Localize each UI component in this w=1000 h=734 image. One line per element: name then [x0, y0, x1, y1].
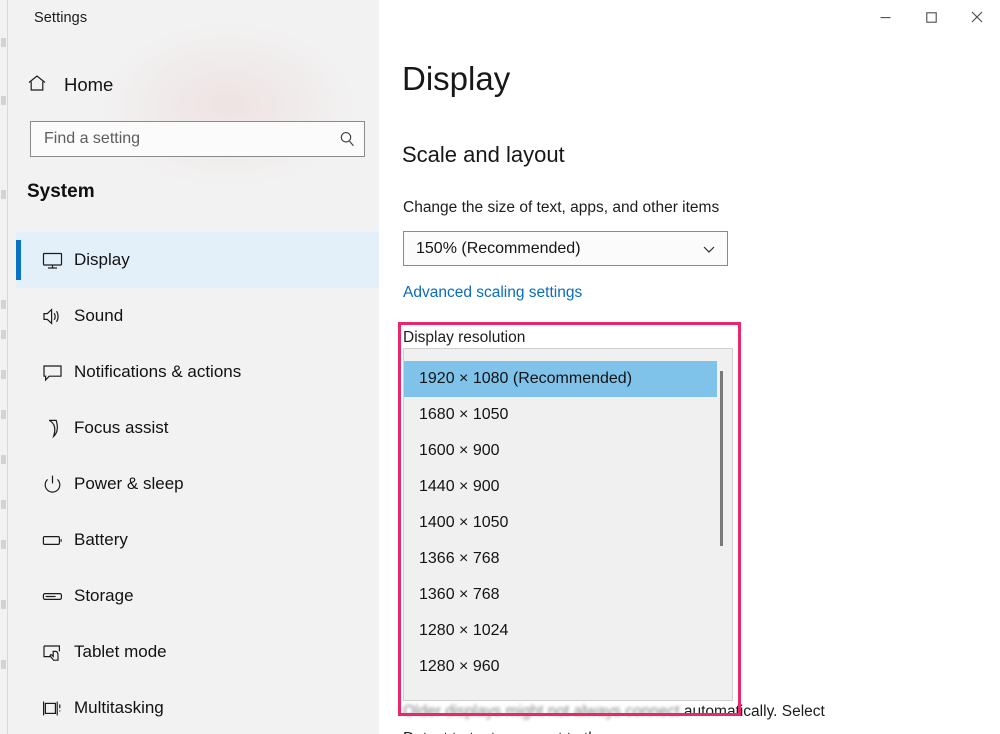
battery-icon — [30, 529, 74, 552]
power-icon — [30, 473, 74, 496]
multitasking-icon — [30, 697, 74, 720]
minimize-button[interactable] — [862, 0, 908, 34]
sidebar-nav: Display Sound Notifica — [16, 232, 379, 734]
app-title: Settings — [34, 10, 87, 26]
sidebar-item-focus-assist[interactable]: Focus assist — [16, 400, 379, 456]
dropdown-option[interactable]: 1366 × 768 — [404, 541, 717, 577]
sidebar-item-home[interactable]: Home — [26, 67, 366, 103]
dropdown-option[interactable]: 1280 × 1024 — [404, 613, 717, 649]
close-button[interactable] — [954, 0, 1000, 34]
chat-bubble-icon — [30, 361, 74, 384]
sidebar-item-label: Tablet mode — [74, 642, 167, 662]
scale-description: Change the size of text, apps, and other… — [403, 199, 719, 217]
display-resolution-dropdown-list[interactable]: 1920 × 1080 (Recommended) 1680 × 1050 16… — [403, 348, 733, 701]
dropdown-option[interactable]: 1920 × 1080 (Recommended) — [404, 361, 717, 397]
sidebar-item-tablet-mode[interactable]: Tablet mode — [16, 624, 379, 680]
home-label: Home — [64, 74, 113, 96]
main-content: Display Scale and layout Change the size… — [379, 0, 1000, 734]
sidebar-item-label: Display — [74, 250, 130, 270]
advanced-scaling-settings-link[interactable]: Advanced scaling settings — [403, 284, 582, 302]
dropdown-options: 1920 × 1080 (Recommended) 1680 × 1050 16… — [404, 361, 733, 685]
settings-window: Settings Home System — [0, 0, 1000, 734]
sidebar-item-label: Sound — [74, 306, 123, 326]
sidebar-item-power-sleep[interactable]: Power & sleep — [16, 456, 379, 512]
search-input[interactable] — [31, 130, 330, 148]
sidebar-item-label: Notifications & actions — [74, 362, 241, 382]
maximize-button[interactable] — [908, 0, 954, 34]
dropdown-option[interactable]: 1280 × 960 — [404, 649, 717, 685]
dropdown-option[interactable]: 1360 × 768 — [404, 577, 717, 613]
moon-icon — [30, 417, 74, 440]
sidebar-section-title: System — [27, 181, 95, 203]
sidebar-item-label: Storage — [74, 586, 134, 606]
tablet-touch-icon — [30, 641, 74, 664]
sidebar-tint-overlay — [98, 20, 358, 190]
sidebar: Settings Home System — [8, 0, 379, 734]
monitor-icon — [30, 249, 74, 272]
search-icon[interactable] — [330, 130, 364, 149]
sidebar-item-label: Multitasking — [74, 698, 164, 718]
chevron-down-icon — [691, 241, 727, 257]
older-displays-note: Older displays might not always connect … — [403, 698, 993, 734]
sidebar-item-notifications-actions[interactable]: Notifications & actions — [16, 344, 379, 400]
dropdown-option[interactable]: 1400 × 1050 — [404, 505, 717, 541]
speaker-icon — [30, 305, 74, 328]
sidebar-item-display[interactable]: Display — [16, 232, 379, 288]
display-resolution-label: Display resolution — [403, 329, 525, 347]
sidebar-item-battery[interactable]: Battery — [16, 512, 379, 568]
scale-dropdown-value: 150% (Recommended) — [404, 240, 691, 258]
storage-icon — [30, 585, 74, 608]
older-displays-note-line2: Detect to try to connect to them. — [403, 730, 623, 734]
older-displays-note-obscured: Older displays might not always connect — [403, 703, 684, 720]
older-displays-note-visible: automatically. Select — [684, 703, 825, 720]
sidebar-item-sound[interactable]: Sound — [16, 288, 379, 344]
page-title: Display — [402, 60, 510, 98]
sidebar-item-label: Power & sleep — [74, 474, 184, 494]
dropdown-option[interactable]: 1600 × 900 — [404, 433, 717, 469]
window-left-edge-strip — [0, 0, 8, 734]
search-box[interactable] — [30, 121, 365, 157]
window-controls — [862, 0, 1000, 40]
sidebar-item-storage[interactable]: Storage — [16, 568, 379, 624]
dropdown-option[interactable]: 1680 × 1050 — [404, 397, 717, 433]
sidebar-item-multitasking[interactable]: Multitasking — [16, 680, 379, 734]
sidebar-item-label: Focus assist — [74, 418, 168, 438]
scale-and-layout-heading: Scale and layout — [402, 142, 565, 168]
scale-dropdown[interactable]: 150% (Recommended) — [403, 231, 728, 266]
sidebar-item-label: Battery — [74, 530, 128, 550]
dropdown-scrollbar-thumb[interactable] — [720, 371, 723, 546]
dropdown-option[interactable]: 1440 × 900 — [404, 469, 717, 505]
home-icon — [26, 72, 48, 99]
